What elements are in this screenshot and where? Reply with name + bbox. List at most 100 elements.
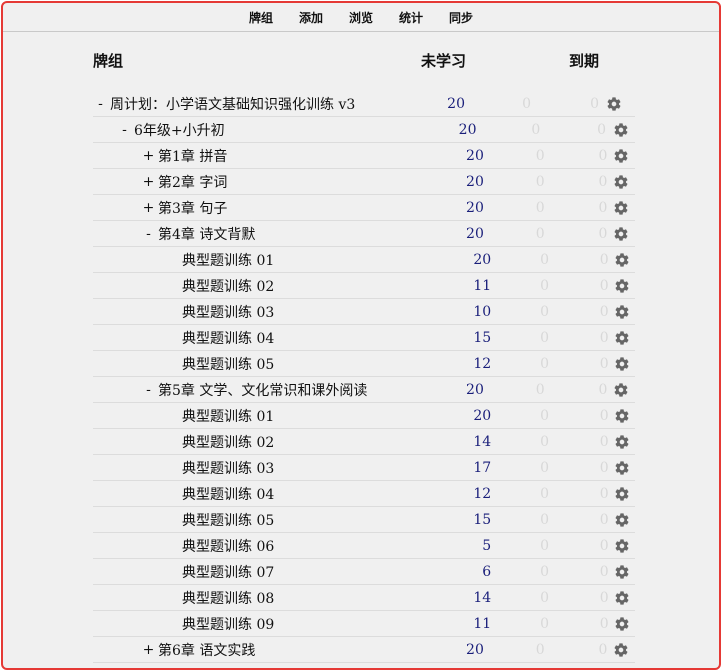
deck-title-link[interactable]: 第6章 语文实践 xyxy=(158,640,255,660)
deck-name-cell: 典型题训练 05 xyxy=(93,510,428,530)
learn-count: 0 xyxy=(535,173,545,190)
gear-icon[interactable] xyxy=(609,408,635,424)
learn-count: 0 xyxy=(540,485,550,502)
deck-title-link[interactable]: 典型题训练 06 xyxy=(182,536,274,556)
deck-row: 典型题训练 01 20 0 0 xyxy=(93,247,635,273)
deck-title-link[interactable]: 典型题训练 01 xyxy=(182,250,274,270)
deck-title-link[interactable]: 典型题训练 09 xyxy=(182,614,274,634)
deck-title-link[interactable]: 典型题训练 03 xyxy=(182,458,274,478)
gear-icon[interactable] xyxy=(607,174,635,190)
gear-icon[interactable] xyxy=(609,460,635,476)
learn-count: 0 xyxy=(540,407,550,424)
deck-title-link[interactable]: 第2章 字词 xyxy=(158,172,227,192)
deck-row: 典型题训练 02 14 0 0 xyxy=(93,429,635,455)
gear-icon[interactable] xyxy=(609,538,635,554)
deck-title-link[interactable]: 第3章 句子 xyxy=(158,198,227,218)
gear-icon[interactable] xyxy=(607,148,635,164)
gear-icon[interactable] xyxy=(609,330,635,346)
collapse-toggle[interactable]: - xyxy=(117,122,132,138)
gear-icon[interactable] xyxy=(609,304,635,320)
gear-icon[interactable] xyxy=(609,486,635,502)
gear-icon[interactable] xyxy=(607,642,635,658)
deck-title-link[interactable]: 6年级+小升初 xyxy=(134,120,225,140)
learn-count: 0 xyxy=(522,95,531,112)
gear-icon[interactable] xyxy=(599,96,629,112)
deck-title-link[interactable]: 典型题训练 02 xyxy=(182,276,274,296)
new-count: 20 xyxy=(458,121,477,138)
nav-add[interactable]: 添加 xyxy=(286,9,336,26)
deck-name-cell: 典型题训练 07 xyxy=(93,562,428,582)
deck-title-link[interactable]: 第4章 诗文背默 xyxy=(158,224,255,244)
deck-title-link[interactable]: 典型题训练 01 xyxy=(182,406,274,426)
gear-icon[interactable] xyxy=(609,278,635,294)
due-count: 0 xyxy=(598,225,608,242)
deck-title-link[interactable]: 典型题训练 05 xyxy=(182,354,274,374)
gear-icon[interactable] xyxy=(609,590,635,606)
deck-title-link[interactable]: 典型题训练 03 xyxy=(182,302,274,322)
new-count: 11 xyxy=(473,615,492,632)
new-count: 10 xyxy=(473,303,492,320)
due-count: 0 xyxy=(598,173,608,190)
gear-icon[interactable] xyxy=(607,200,635,216)
collapse-toggle[interactable]: - xyxy=(141,382,156,398)
deck-name-cell: - 周计划：小学语文基础知识强化训练 v3 xyxy=(93,94,393,114)
gear-icon[interactable] xyxy=(607,382,635,398)
new-count: 20 xyxy=(473,407,492,424)
due-count: 0 xyxy=(599,355,609,372)
deck-row: 典型题训练 01 20 0 0 xyxy=(93,403,635,429)
expand-toggle[interactable]: + xyxy=(141,148,156,164)
nav-sync[interactable]: 同步 xyxy=(436,9,486,26)
learn-count: 0 xyxy=(540,355,550,372)
header-deck: 牌组 xyxy=(93,51,124,70)
gear-icon[interactable] xyxy=(609,252,635,268)
collapse-toggle[interactable]: - xyxy=(141,226,156,242)
header-due: 到期 xyxy=(568,51,599,70)
deck-row: 典型题训练 08 14 0 0 xyxy=(93,585,635,611)
gear-icon[interactable] xyxy=(606,122,635,138)
expand-toggle[interactable]: + xyxy=(141,642,156,658)
deck-name-cell: 典型题训练 01 xyxy=(93,406,428,426)
deck-title-link[interactable]: 典型题训练 04 xyxy=(182,328,274,348)
nav-browse[interactable]: 浏览 xyxy=(336,9,386,26)
learn-count: 0 xyxy=(540,329,550,346)
expand-toggle[interactable]: + xyxy=(141,200,156,216)
gear-icon[interactable] xyxy=(607,226,635,242)
due-count: 0 xyxy=(599,251,609,268)
gear-icon[interactable] xyxy=(609,564,635,580)
deck-title-link[interactable]: 典型题训练 05 xyxy=(182,510,274,530)
deck-name-cell: + 第1章 拼音 xyxy=(93,146,418,166)
learn-count: 0 xyxy=(535,381,545,398)
deck-name-cell: 典型题训练 09 xyxy=(93,614,428,634)
nav-stats[interactable]: 统计 xyxy=(386,9,436,26)
deck-title-link[interactable]: 典型题训练 04 xyxy=(182,484,274,504)
learn-count: 0 xyxy=(535,641,545,658)
gear-icon[interactable] xyxy=(609,512,635,528)
top-nav-bar: 牌组 添加 浏览 统计 同步 xyxy=(3,3,719,32)
gear-icon[interactable] xyxy=(609,434,635,450)
gear-icon[interactable] xyxy=(609,616,635,632)
deck-title-link[interactable]: 典型题训练 08 xyxy=(182,588,274,608)
deck-title-link[interactable]: 周计划：小学语文基础知识强化训练 v3 xyxy=(110,94,355,114)
collapse-toggle[interactable]: - xyxy=(93,96,108,112)
learn-count: 0 xyxy=(540,615,550,632)
deck-title-link[interactable]: 第5章 文学、文化常识和课外阅读 xyxy=(158,380,367,400)
gear-icon[interactable] xyxy=(609,356,635,372)
new-count: 15 xyxy=(473,329,492,346)
header-new: 未学习 xyxy=(420,51,466,70)
new-count: 6 xyxy=(482,563,492,580)
deck-row: + 第3章 句子 20 0 0 xyxy=(93,195,635,221)
deck-name-cell: 典型题训练 04 xyxy=(93,484,428,504)
due-count: 0 xyxy=(599,303,609,320)
deck-name-cell: 典型题训练 02 xyxy=(93,432,428,452)
deck-title-link[interactable]: 典型题训练 02 xyxy=(182,432,274,452)
deck-title-link[interactable]: 典型题训练 07 xyxy=(182,562,274,582)
nav-decks[interactable]: 牌组 xyxy=(236,9,286,26)
due-count: 0 xyxy=(598,199,608,216)
learn-count: 0 xyxy=(540,433,550,450)
expand-toggle[interactable]: + xyxy=(141,174,156,190)
deck-title-link[interactable]: 第1章 拼音 xyxy=(158,146,227,166)
deck-row: + 第6章 语文实践 20 0 0 xyxy=(93,637,635,663)
new-count: 20 xyxy=(466,225,484,242)
deck-row: + 第2章 字词 20 0 0 xyxy=(93,169,635,195)
deck-name-cell: + 第2章 字词 xyxy=(93,172,418,192)
